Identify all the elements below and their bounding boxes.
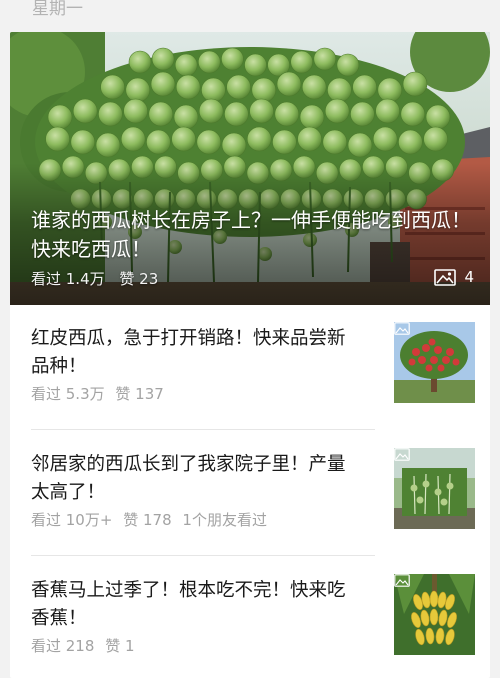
- friends-viewed: 1个朋友看过: [182, 511, 267, 529]
- list-item[interactable]: 香蕉马上过季了！根本吃不完！快来吃香蕉！ 看过 218 赞 1: [10, 557, 490, 678]
- article-title: 香蕉马上过季了！根本吃不完！快来吃香蕉！: [31, 580, 346, 629]
- featured-stats: 看过 1.4万 赞 23: [31, 268, 168, 289]
- article-title: 邻居家的西瓜长到了我家院子里！产量太高了！: [31, 454, 346, 503]
- featured-views: 看过 1.4万: [31, 270, 105, 288]
- article-thumbnail: [394, 322, 475, 403]
- divider: [31, 555, 375, 556]
- featured-title: 谁家的西瓜树长在房子上？一伸手便能吃到西瓜！快来吃西瓜！: [31, 208, 471, 261]
- image-icon: [394, 448, 410, 461]
- featured-likes: 赞 23: [119, 270, 159, 288]
- article-likes: 赞 178: [123, 511, 172, 529]
- article-views: 看过 218: [31, 637, 95, 655]
- divider: [31, 429, 375, 430]
- article-views: 看过 10万+: [31, 511, 113, 529]
- image-icon: [394, 574, 410, 587]
- image-overlay: [10, 32, 490, 305]
- article-meta: 看过 218 赞 1: [31, 635, 141, 656]
- article-card: 谁家的西瓜树长在房子上？一伸手便能吃到西瓜！快来吃西瓜！ 看过 1.4万 赞 2…: [10, 32, 490, 678]
- day-label: 星期一: [32, 0, 83, 19]
- list-item[interactable]: 邻居家的西瓜长到了我家院子里！产量太高了！ 看过 10万+ 赞 178 1个朋友…: [10, 431, 490, 553]
- image-count: 4: [464, 268, 474, 286]
- article-meta: 看过 5.3万 赞 137: [31, 383, 170, 404]
- article-meta: 看过 10万+ 赞 178 1个朋友看过: [31, 509, 273, 530]
- featured-article[interactable]: 谁家的西瓜树长在房子上？一伸手便能吃到西瓜！快来吃西瓜！ 看过 1.4万 赞 2…: [10, 32, 490, 305]
- article-likes: 赞 1: [105, 637, 135, 655]
- article-likes: 赞 137: [115, 385, 164, 403]
- image-icon: [434, 268, 457, 286]
- article-views: 看过 5.3万: [31, 385, 105, 403]
- list-item[interactable]: 红皮西瓜，急于打开销路！快来品尝新品种！ 看过 5.3万 赞 137: [10, 305, 490, 427]
- image-count-badge: 4: [434, 268, 474, 286]
- image-icon: [394, 322, 410, 335]
- article-thumbnail: [394, 574, 475, 655]
- feed-page: 星期一 谁家的西瓜树长在房子上？一伸手便能吃到西瓜！快来吃西瓜！ 看过 1.4万…: [0, 0, 500, 678]
- article-title: 红皮西瓜，急于打开销路！快来品尝新品种！: [31, 328, 346, 377]
- article-thumbnail: [394, 448, 475, 529]
